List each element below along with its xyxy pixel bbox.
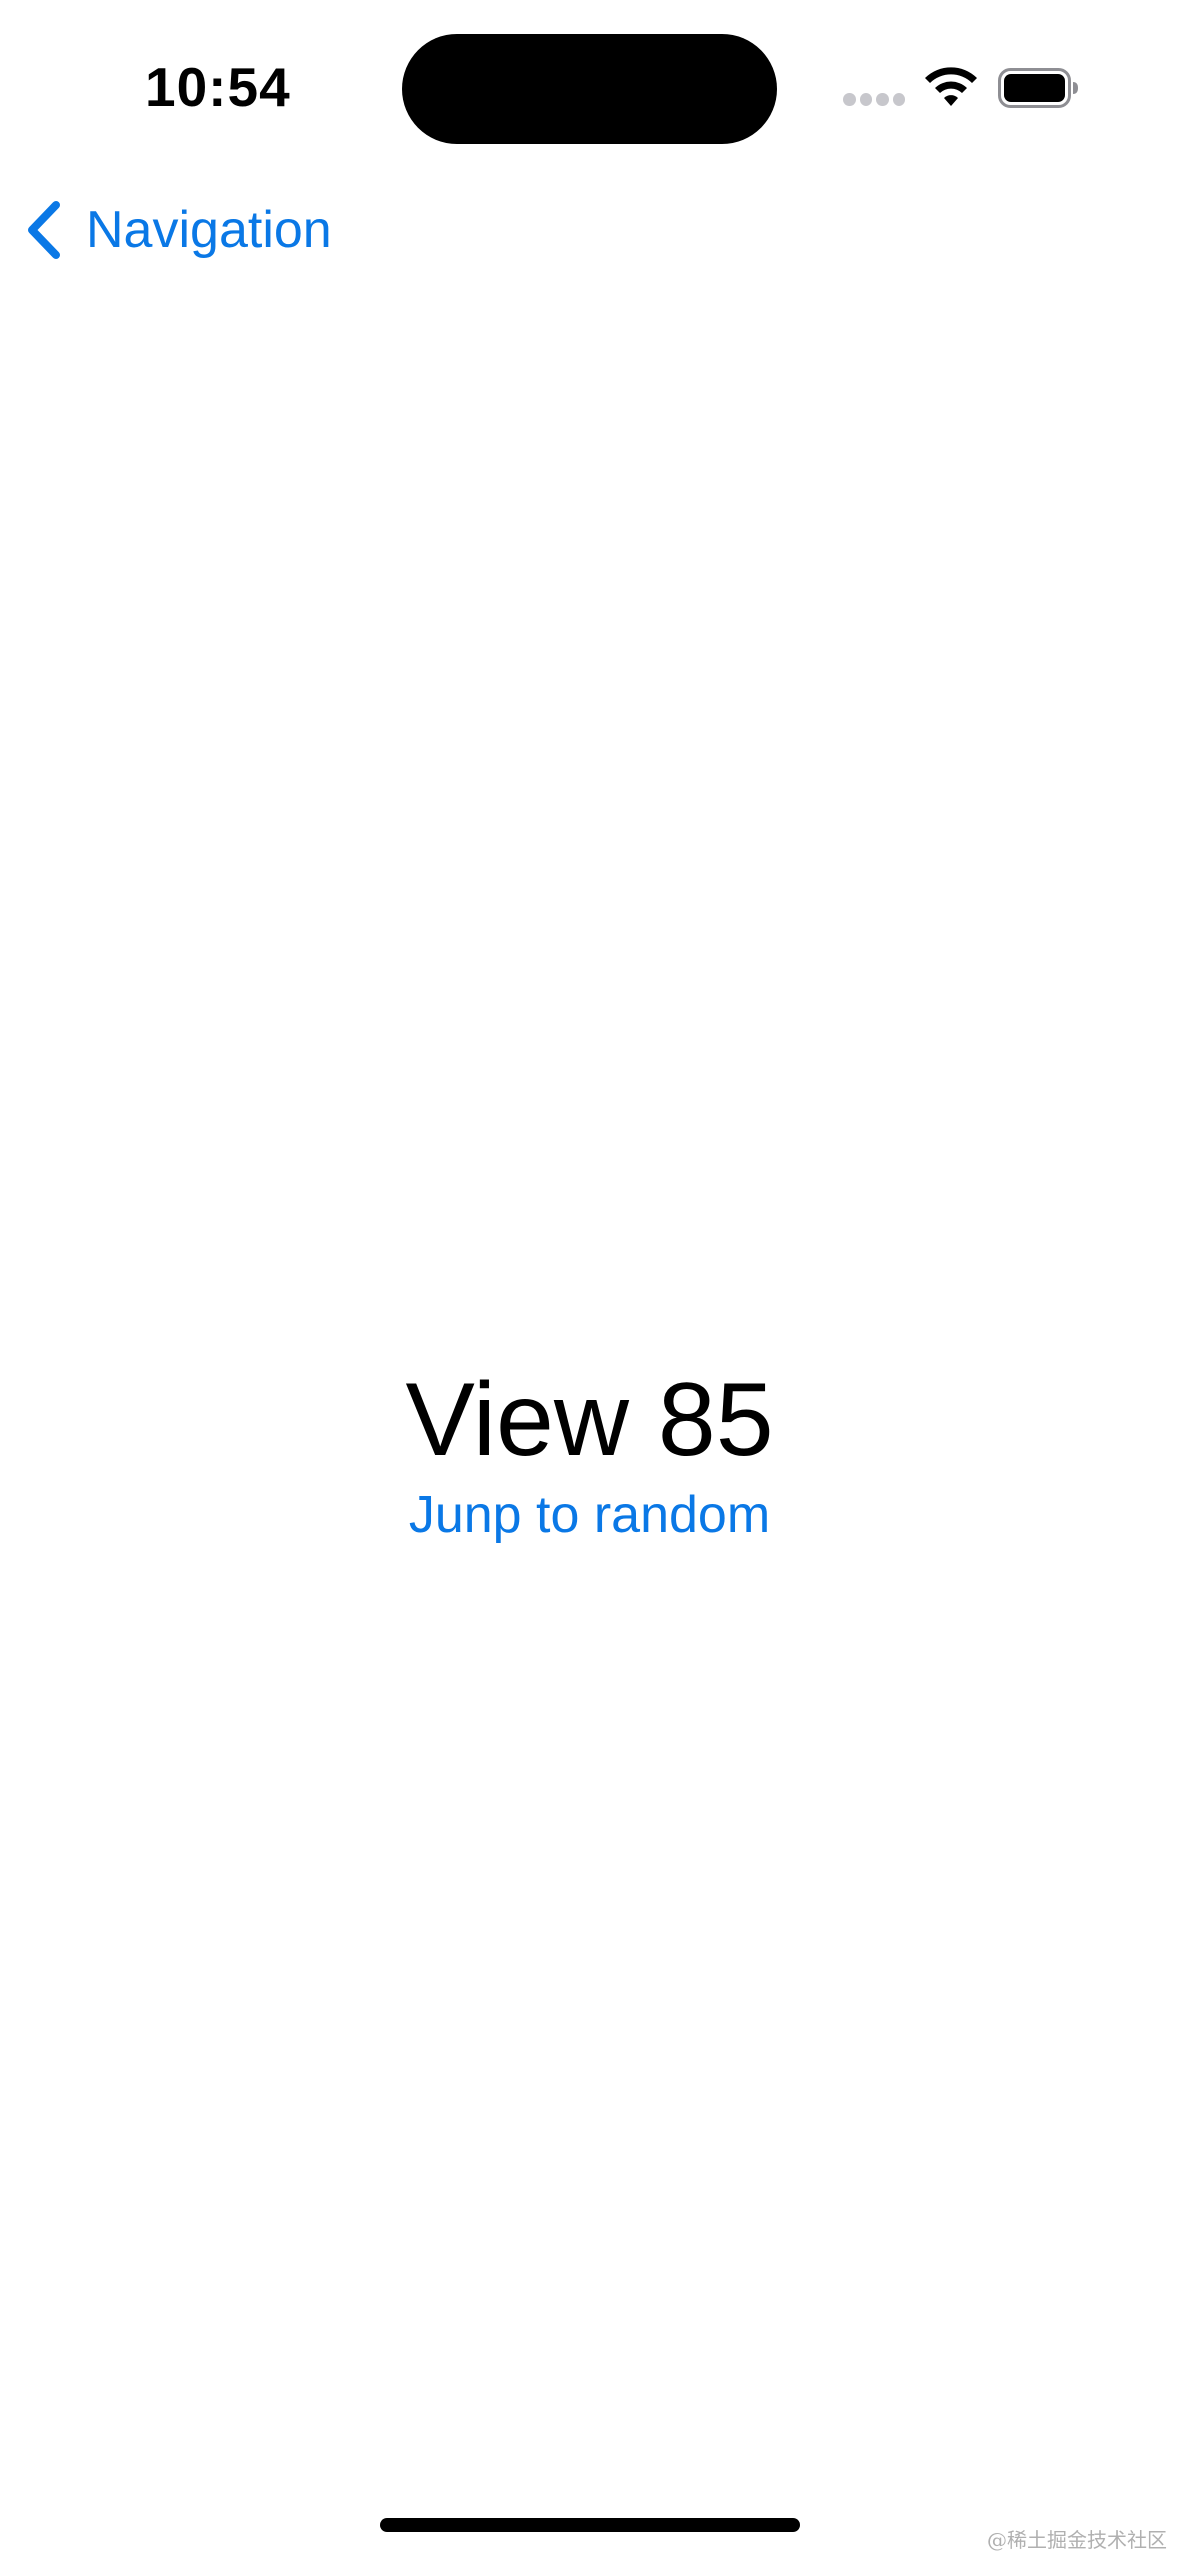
- status-time: 10:54: [145, 56, 291, 118]
- back-button[interactable]: Navigation: [24, 190, 332, 270]
- wifi-icon: [925, 67, 977, 106]
- signal-icon: [843, 93, 905, 107]
- home-indicator[interactable]: [380, 2518, 800, 2532]
- jump-to-random-button[interactable]: Junp to random: [409, 1480, 770, 1550]
- chevron-left-icon: [28, 201, 60, 259]
- dynamic-island: [402, 34, 777, 144]
- back-button-label: Navigation: [86, 201, 332, 259]
- content-center: View 85 Junp to random: [0, 1360, 1179, 1550]
- battery-icon: [998, 68, 1078, 108]
- status-bar: 10:54: [0, 0, 1179, 180]
- page-title: View 85: [405, 1362, 774, 1478]
- watermark: @稀土掘金技术社区: [987, 2528, 1167, 2552]
